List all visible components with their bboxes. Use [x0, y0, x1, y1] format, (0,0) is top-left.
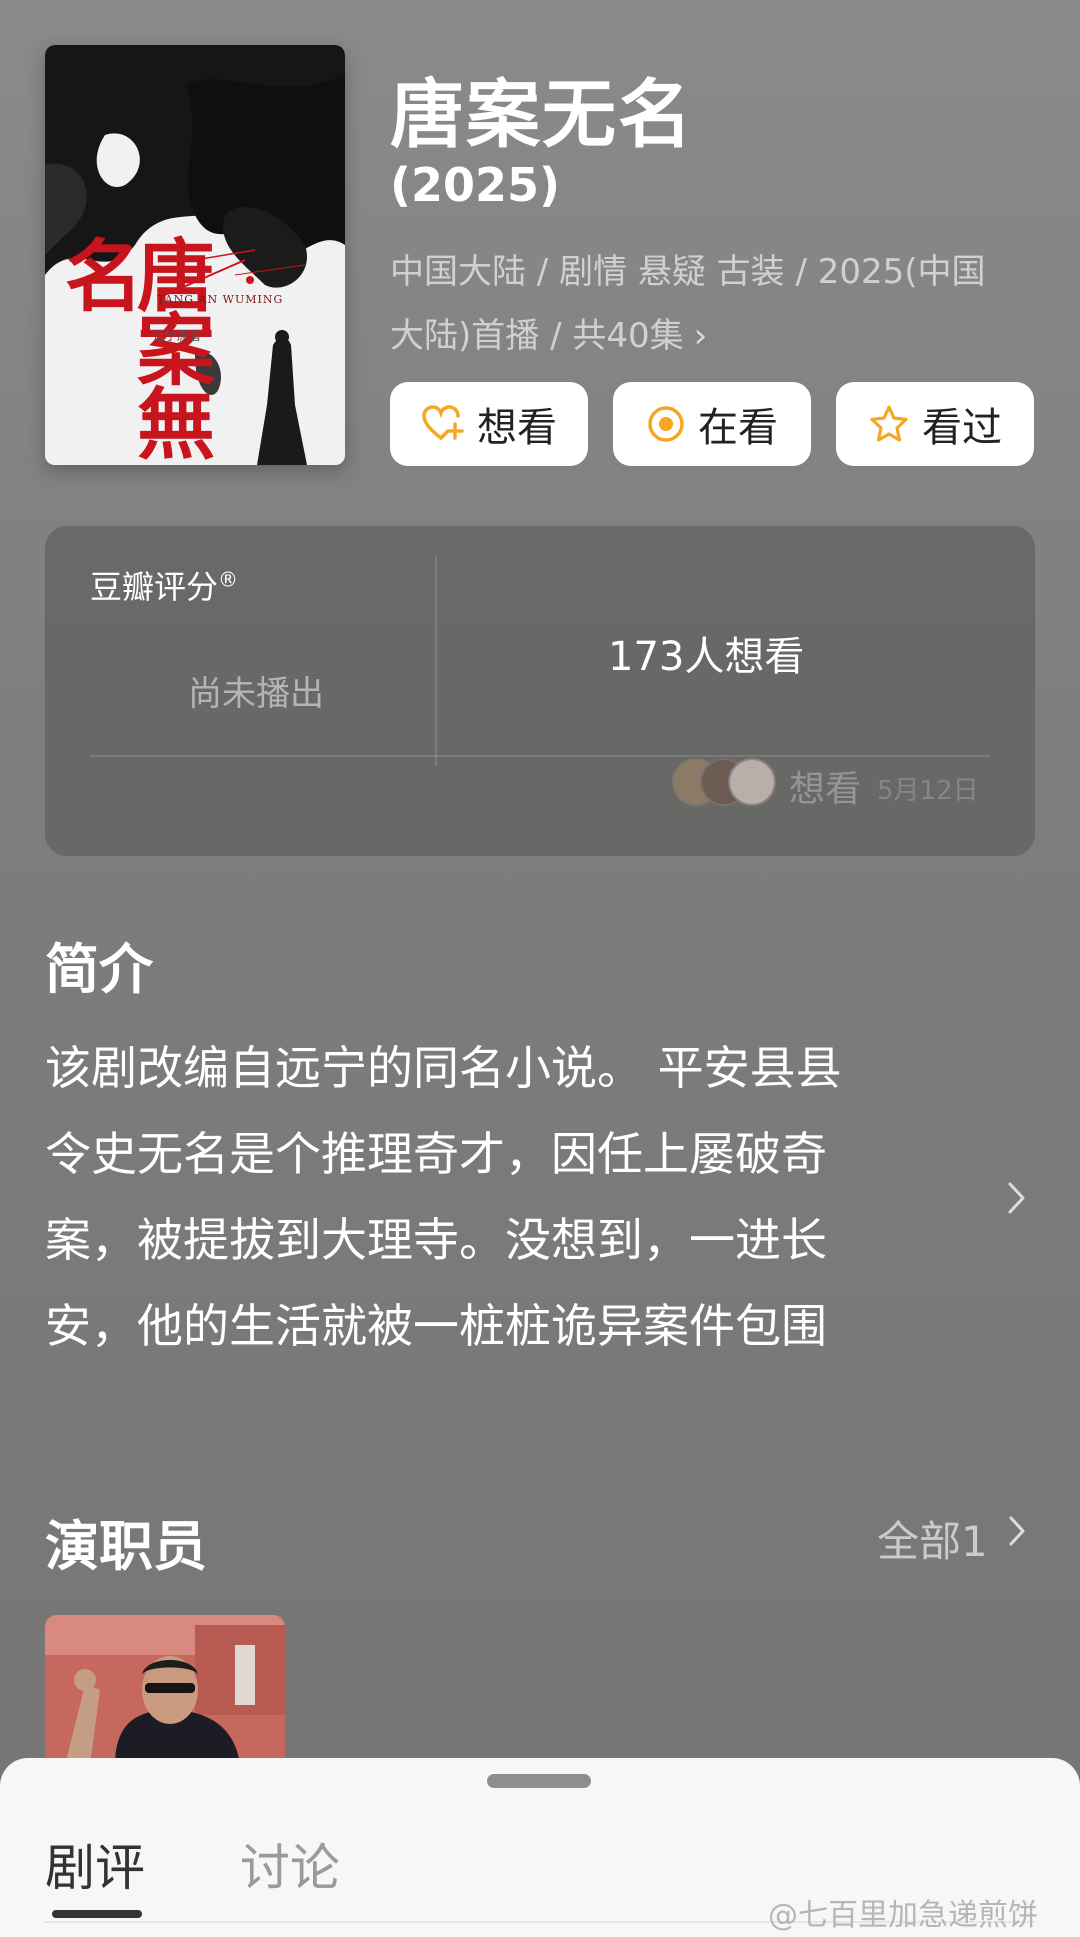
rating-card[interactable]: 豆瓣评分® 尚未播出 173人想看 想看 5月12日	[45, 526, 1035, 856]
meta-line-1: 中国大陆 / 剧情 悬疑 古装 / 2025(中国	[390, 252, 986, 292]
tab-discussion[interactable]: 讨论	[240, 1828, 340, 1900]
cast-heading: 演职员	[45, 1515, 207, 1578]
chevron-right-icon: ›	[693, 316, 708, 356]
rating-label: 豆瓣评分®	[90, 562, 238, 608]
tab-reviews[interactable]: 剧评	[45, 1828, 145, 1900]
meta-line-2: 大陆)首播 / 共40集	[390, 316, 684, 356]
watched-button-label: 看过	[922, 405, 1002, 451]
avatar	[728, 758, 776, 806]
poster-title-art: 唐案無名	[52, 235, 215, 457]
poster-subtitle-art: 远宁原著	[153, 329, 202, 343]
cast-photo-art	[45, 1615, 285, 1765]
watching-button-label: 在看	[698, 405, 778, 451]
recent-activity-date: 5月12日	[877, 776, 979, 806]
cast-member-photo[interactable]	[45, 1615, 285, 1765]
heart-plus-icon	[421, 404, 465, 444]
active-tab-indicator	[52, 1910, 142, 1918]
watched-button[interactable]: 看过	[836, 382, 1034, 466]
release-year: (2025)	[390, 158, 561, 212]
recent-users-avatars[interactable]	[672, 758, 782, 806]
intro-line-3: 案，被提拔到大理寺。没想到，一进长	[45, 1213, 827, 1267]
watching-button[interactable]: 在看	[613, 382, 811, 466]
intro-line-1: 该剧改编自远宁的同名小说。 平安县县	[45, 1041, 842, 1095]
registered-mark: ®	[218, 567, 239, 592]
chevron-right-icon[interactable]	[1005, 1178, 1029, 1222]
horizontal-divider	[90, 755, 990, 757]
star-outline-icon	[868, 404, 910, 444]
sheet-drag-handle[interactable]	[487, 1774, 591, 1788]
vertical-divider	[435, 556, 437, 766]
target-icon	[646, 404, 686, 444]
recent-activity-action: 想看	[789, 769, 862, 810]
intro-heading: 简介	[45, 938, 153, 1001]
rating-label-text: 豆瓣评分	[90, 568, 219, 606]
meta-line-2-wrap: 大陆)首播 / 共40集 ›	[390, 304, 1040, 368]
chevron-right-icon[interactable]	[1007, 1514, 1029, 1552]
rating-status: 尚未播出	[188, 674, 324, 714]
intro-text[interactable]: 该剧改编自远宁的同名小说。 平安县县 令史无名是个推理奇才，因任上屡破奇 案，被…	[45, 1025, 965, 1369]
want-count: 173人想看	[608, 634, 805, 680]
page-title: 唐案无名	[390, 72, 694, 158]
poster-image[interactable]: 唐案無名 TANG AN WUMING 远宁原著	[45, 45, 345, 465]
poster-pinyin-art: TANG AN WUMING	[157, 293, 284, 306]
want-button[interactable]: 想看	[390, 382, 588, 466]
cast-view-all[interactable]: 全部1	[877, 1508, 988, 1569]
intro-line-4: 安，他的生活就被一桩桩诡异案件包围	[45, 1299, 827, 1353]
movie-meta[interactable]: 中国大陆 / 剧情 悬疑 古装 / 2025(中国 大陆)首播 / 共40集 ›	[390, 240, 1040, 368]
want-button-label: 想看	[477, 405, 557, 451]
intro-line-2: 令史无名是个推理奇才，因任上屡破奇	[45, 1127, 827, 1181]
watermark: @七百里加急递煎饼	[768, 1898, 1038, 1933]
